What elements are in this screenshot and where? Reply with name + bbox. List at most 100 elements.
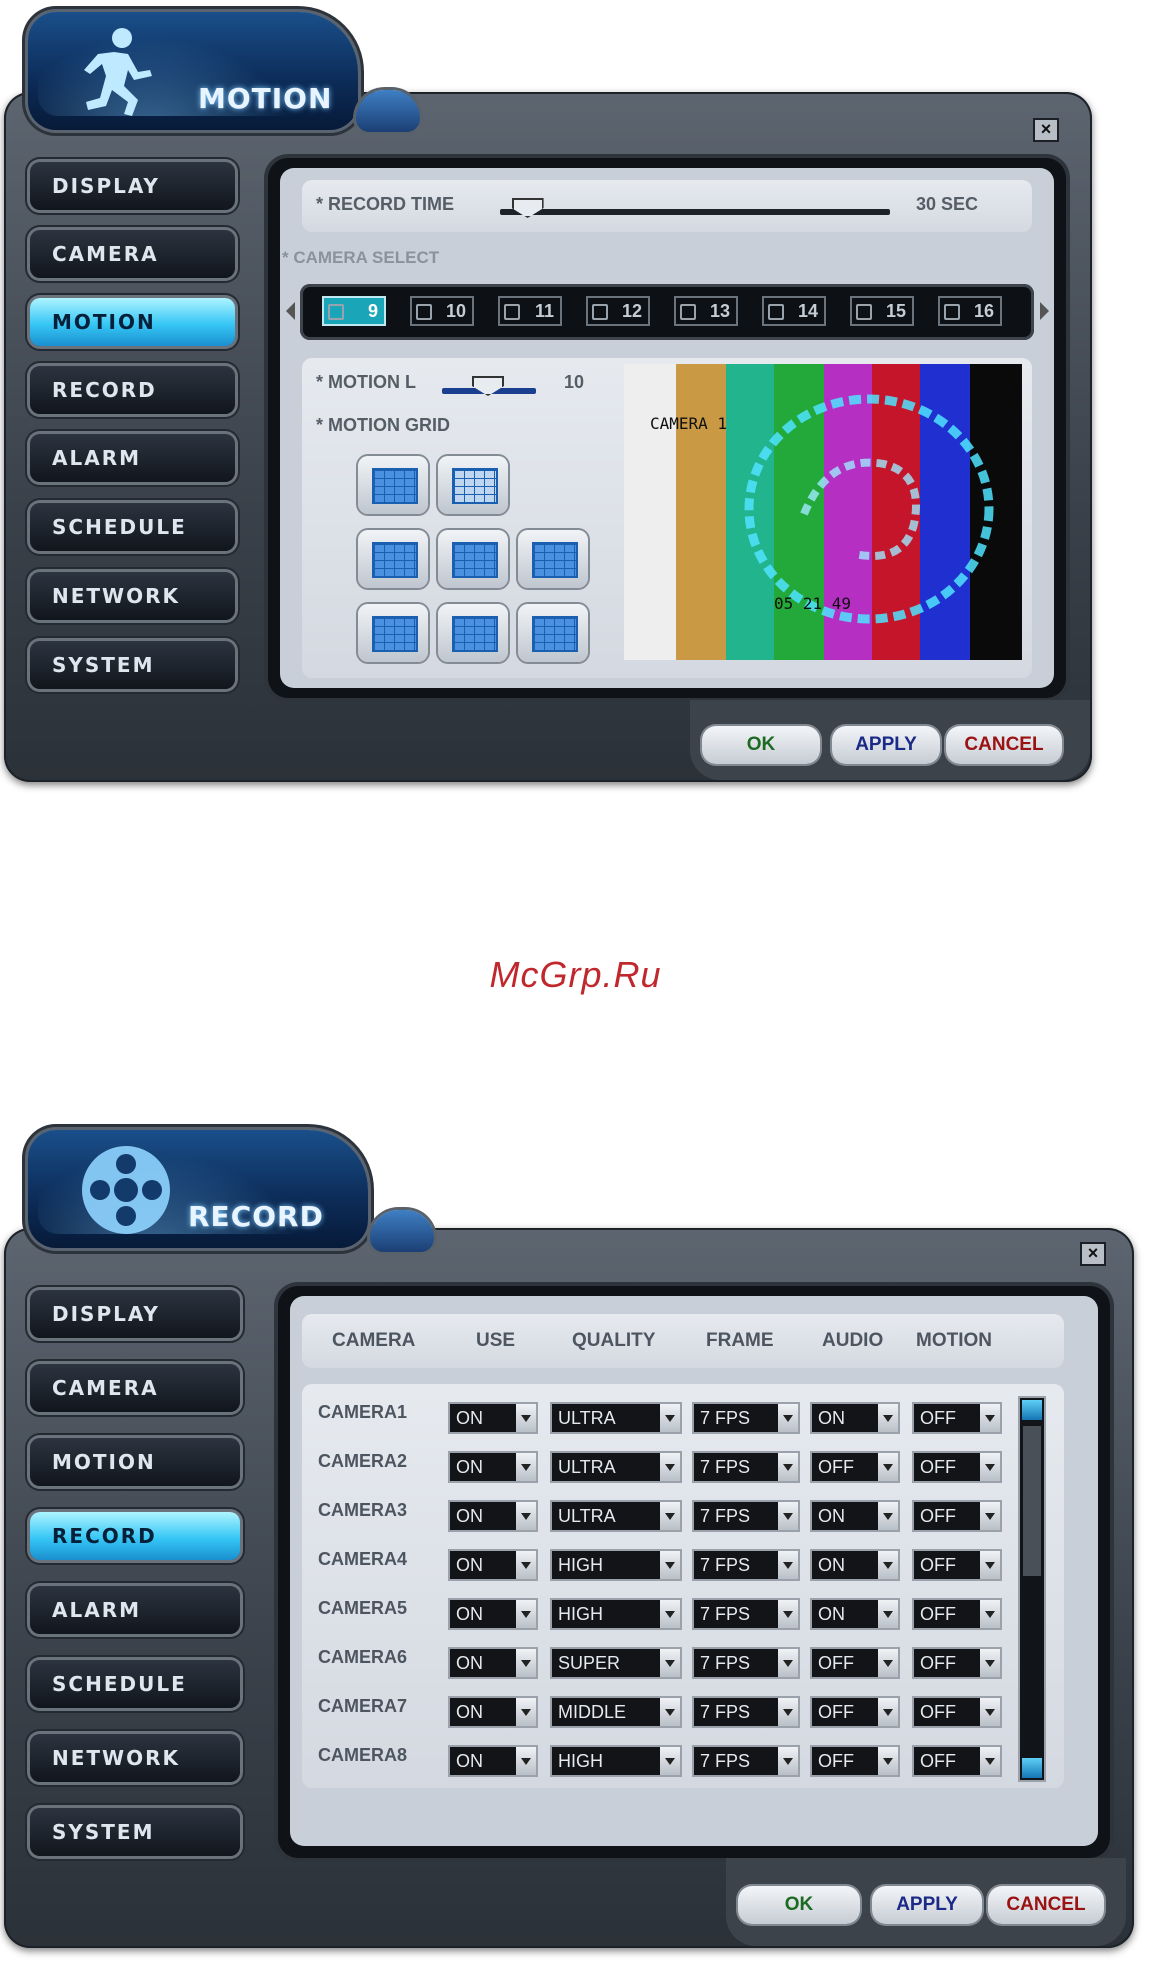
frame-dropdown[interactable]: 7 FPS bbox=[694, 1698, 798, 1726]
cancel-button[interactable]: CANCEL bbox=[946, 726, 1062, 764]
chevron-down-icon[interactable] bbox=[878, 1404, 898, 1432]
ok-button[interactable]: OK bbox=[702, 726, 820, 764]
use-dropdown[interactable]: ON bbox=[450, 1698, 536, 1726]
chevron-down-icon[interactable] bbox=[878, 1698, 898, 1726]
nav-alarm[interactable]: ALARM bbox=[30, 434, 235, 482]
chevron-down-icon[interactable] bbox=[980, 1551, 1000, 1579]
nav-network[interactable]: NETWORK bbox=[30, 1734, 240, 1782]
frame-dropdown[interactable]: 7 FPS bbox=[694, 1600, 798, 1628]
motion-dropdown[interactable]: OFF bbox=[914, 1600, 1000, 1628]
chevron-down-icon[interactable] bbox=[660, 1453, 680, 1481]
motion-dropdown[interactable]: OFF bbox=[914, 1649, 1000, 1677]
motion-dropdown[interactable]: OFF bbox=[914, 1551, 1000, 1579]
chevron-down-icon[interactable] bbox=[660, 1747, 680, 1775]
chevron-down-icon[interactable] bbox=[778, 1453, 798, 1481]
nav-display[interactable]: DISPLAY bbox=[30, 1290, 240, 1338]
grid-full-button[interactable] bbox=[358, 456, 428, 514]
camera-13-button[interactable]: 13 bbox=[674, 296, 738, 326]
chevron-down-icon[interactable] bbox=[516, 1404, 536, 1432]
nav-system[interactable]: SYSTEM bbox=[30, 641, 235, 689]
use-dropdown[interactable]: ON bbox=[450, 1404, 536, 1432]
frame-dropdown[interactable]: 7 FPS bbox=[694, 1551, 798, 1579]
chevron-down-icon[interactable] bbox=[980, 1404, 1000, 1432]
frame-dropdown[interactable]: 7 FPS bbox=[694, 1502, 798, 1530]
audio-dropdown[interactable]: ON bbox=[812, 1502, 898, 1530]
scroll-down-icon[interactable] bbox=[1022, 1758, 1042, 1778]
nav-record[interactable]: RECORD bbox=[30, 366, 235, 414]
grid-preset-3-button[interactable] bbox=[518, 530, 588, 588]
audio-dropdown[interactable]: OFF bbox=[812, 1698, 898, 1726]
use-dropdown[interactable]: ON bbox=[450, 1551, 536, 1579]
apply-button[interactable]: APPLY bbox=[832, 726, 940, 764]
chevron-down-icon[interactable] bbox=[878, 1502, 898, 1530]
chevron-down-icon[interactable] bbox=[660, 1404, 680, 1432]
chevron-down-icon[interactable] bbox=[980, 1502, 1000, 1530]
apply-button[interactable]: APPLY bbox=[872, 1886, 982, 1924]
nav-camera[interactable]: CAMERA bbox=[30, 1364, 240, 1412]
chevron-down-icon[interactable] bbox=[660, 1600, 680, 1628]
camera-preview[interactable]: CAMERA 1 05 21 49 bbox=[624, 364, 1022, 660]
quality-dropdown[interactable]: SUPER bbox=[552, 1649, 680, 1677]
chevron-down-icon[interactable] bbox=[516, 1551, 536, 1579]
chevron-down-icon[interactable] bbox=[778, 1747, 798, 1775]
frame-dropdown[interactable]: 7 FPS bbox=[694, 1649, 798, 1677]
grid-preset-2-button[interactable] bbox=[438, 530, 508, 588]
chevron-down-icon[interactable] bbox=[778, 1502, 798, 1530]
scroll-up-icon[interactable] bbox=[1022, 1400, 1042, 1420]
chevron-down-icon[interactable] bbox=[516, 1600, 536, 1628]
chevron-down-icon[interactable] bbox=[660, 1698, 680, 1726]
chevron-down-icon[interactable] bbox=[778, 1404, 798, 1432]
nav-motion[interactable]: MOTION bbox=[30, 1438, 240, 1486]
grid-preset-6-button[interactable] bbox=[518, 604, 588, 662]
motion-dropdown[interactable]: OFF bbox=[914, 1698, 1000, 1726]
frame-dropdown[interactable]: 7 FPS bbox=[694, 1404, 798, 1432]
quality-dropdown[interactable]: HIGH bbox=[552, 1551, 680, 1579]
chevron-down-icon[interactable] bbox=[980, 1600, 1000, 1628]
chevron-down-icon[interactable] bbox=[516, 1502, 536, 1530]
chevron-down-icon[interactable] bbox=[516, 1453, 536, 1481]
chevron-down-icon[interactable] bbox=[516, 1649, 536, 1677]
scroll-right-icon[interactable] bbox=[1040, 302, 1049, 320]
nav-network[interactable]: NETWORK bbox=[30, 572, 235, 620]
nav-schedule[interactable]: SCHEDULE bbox=[30, 503, 235, 551]
use-dropdown[interactable]: ON bbox=[450, 1453, 536, 1481]
camera-11-button[interactable]: 11 bbox=[498, 296, 562, 326]
chevron-down-icon[interactable] bbox=[516, 1747, 536, 1775]
use-dropdown[interactable]: ON bbox=[450, 1747, 536, 1775]
close-icon[interactable]: × bbox=[1033, 118, 1059, 142]
ok-button[interactable]: OK bbox=[738, 1886, 860, 1924]
grid-preset-5-button[interactable] bbox=[438, 604, 508, 662]
chevron-down-icon[interactable] bbox=[778, 1649, 798, 1677]
nav-schedule[interactable]: SCHEDULE bbox=[30, 1660, 240, 1708]
motion-dropdown[interactable]: OFF bbox=[914, 1502, 1000, 1530]
motion-dropdown[interactable]: OFF bbox=[914, 1404, 1000, 1432]
motion-dropdown[interactable]: OFF bbox=[914, 1747, 1000, 1775]
use-dropdown[interactable]: ON bbox=[450, 1649, 536, 1677]
quality-dropdown[interactable]: HIGH bbox=[552, 1747, 680, 1775]
chevron-down-icon[interactable] bbox=[980, 1649, 1000, 1677]
chevron-down-icon[interactable] bbox=[878, 1600, 898, 1628]
nav-display[interactable]: DISPLAY bbox=[30, 162, 235, 210]
cancel-button[interactable]: CANCEL bbox=[988, 1886, 1104, 1924]
grid-clear-button[interactable] bbox=[438, 456, 508, 514]
camera-16-button[interactable]: 16 bbox=[938, 296, 1002, 326]
chevron-down-icon[interactable] bbox=[878, 1649, 898, 1677]
audio-dropdown[interactable]: OFF bbox=[812, 1453, 898, 1481]
table-scrollbar[interactable] bbox=[1020, 1398, 1044, 1780]
chevron-down-icon[interactable] bbox=[980, 1747, 1000, 1775]
audio-dropdown[interactable]: OFF bbox=[812, 1747, 898, 1775]
chevron-down-icon[interactable] bbox=[660, 1649, 680, 1677]
record-time-slider[interactable] bbox=[500, 209, 890, 215]
chevron-down-icon[interactable] bbox=[660, 1551, 680, 1579]
grid-preset-4-button[interactable] bbox=[358, 604, 428, 662]
audio-dropdown[interactable]: ON bbox=[812, 1551, 898, 1579]
chevron-down-icon[interactable] bbox=[878, 1453, 898, 1481]
audio-dropdown[interactable]: ON bbox=[812, 1600, 898, 1628]
quality-dropdown[interactable]: ULTRA bbox=[552, 1453, 680, 1481]
audio-dropdown[interactable]: OFF bbox=[812, 1649, 898, 1677]
grid-preset-1-button[interactable] bbox=[358, 530, 428, 588]
nav-system[interactable]: SYSTEM bbox=[30, 1808, 240, 1856]
camera-14-button[interactable]: 14 bbox=[762, 296, 826, 326]
audio-dropdown[interactable]: ON bbox=[812, 1404, 898, 1432]
camera-12-button[interactable]: 12 bbox=[586, 296, 650, 326]
